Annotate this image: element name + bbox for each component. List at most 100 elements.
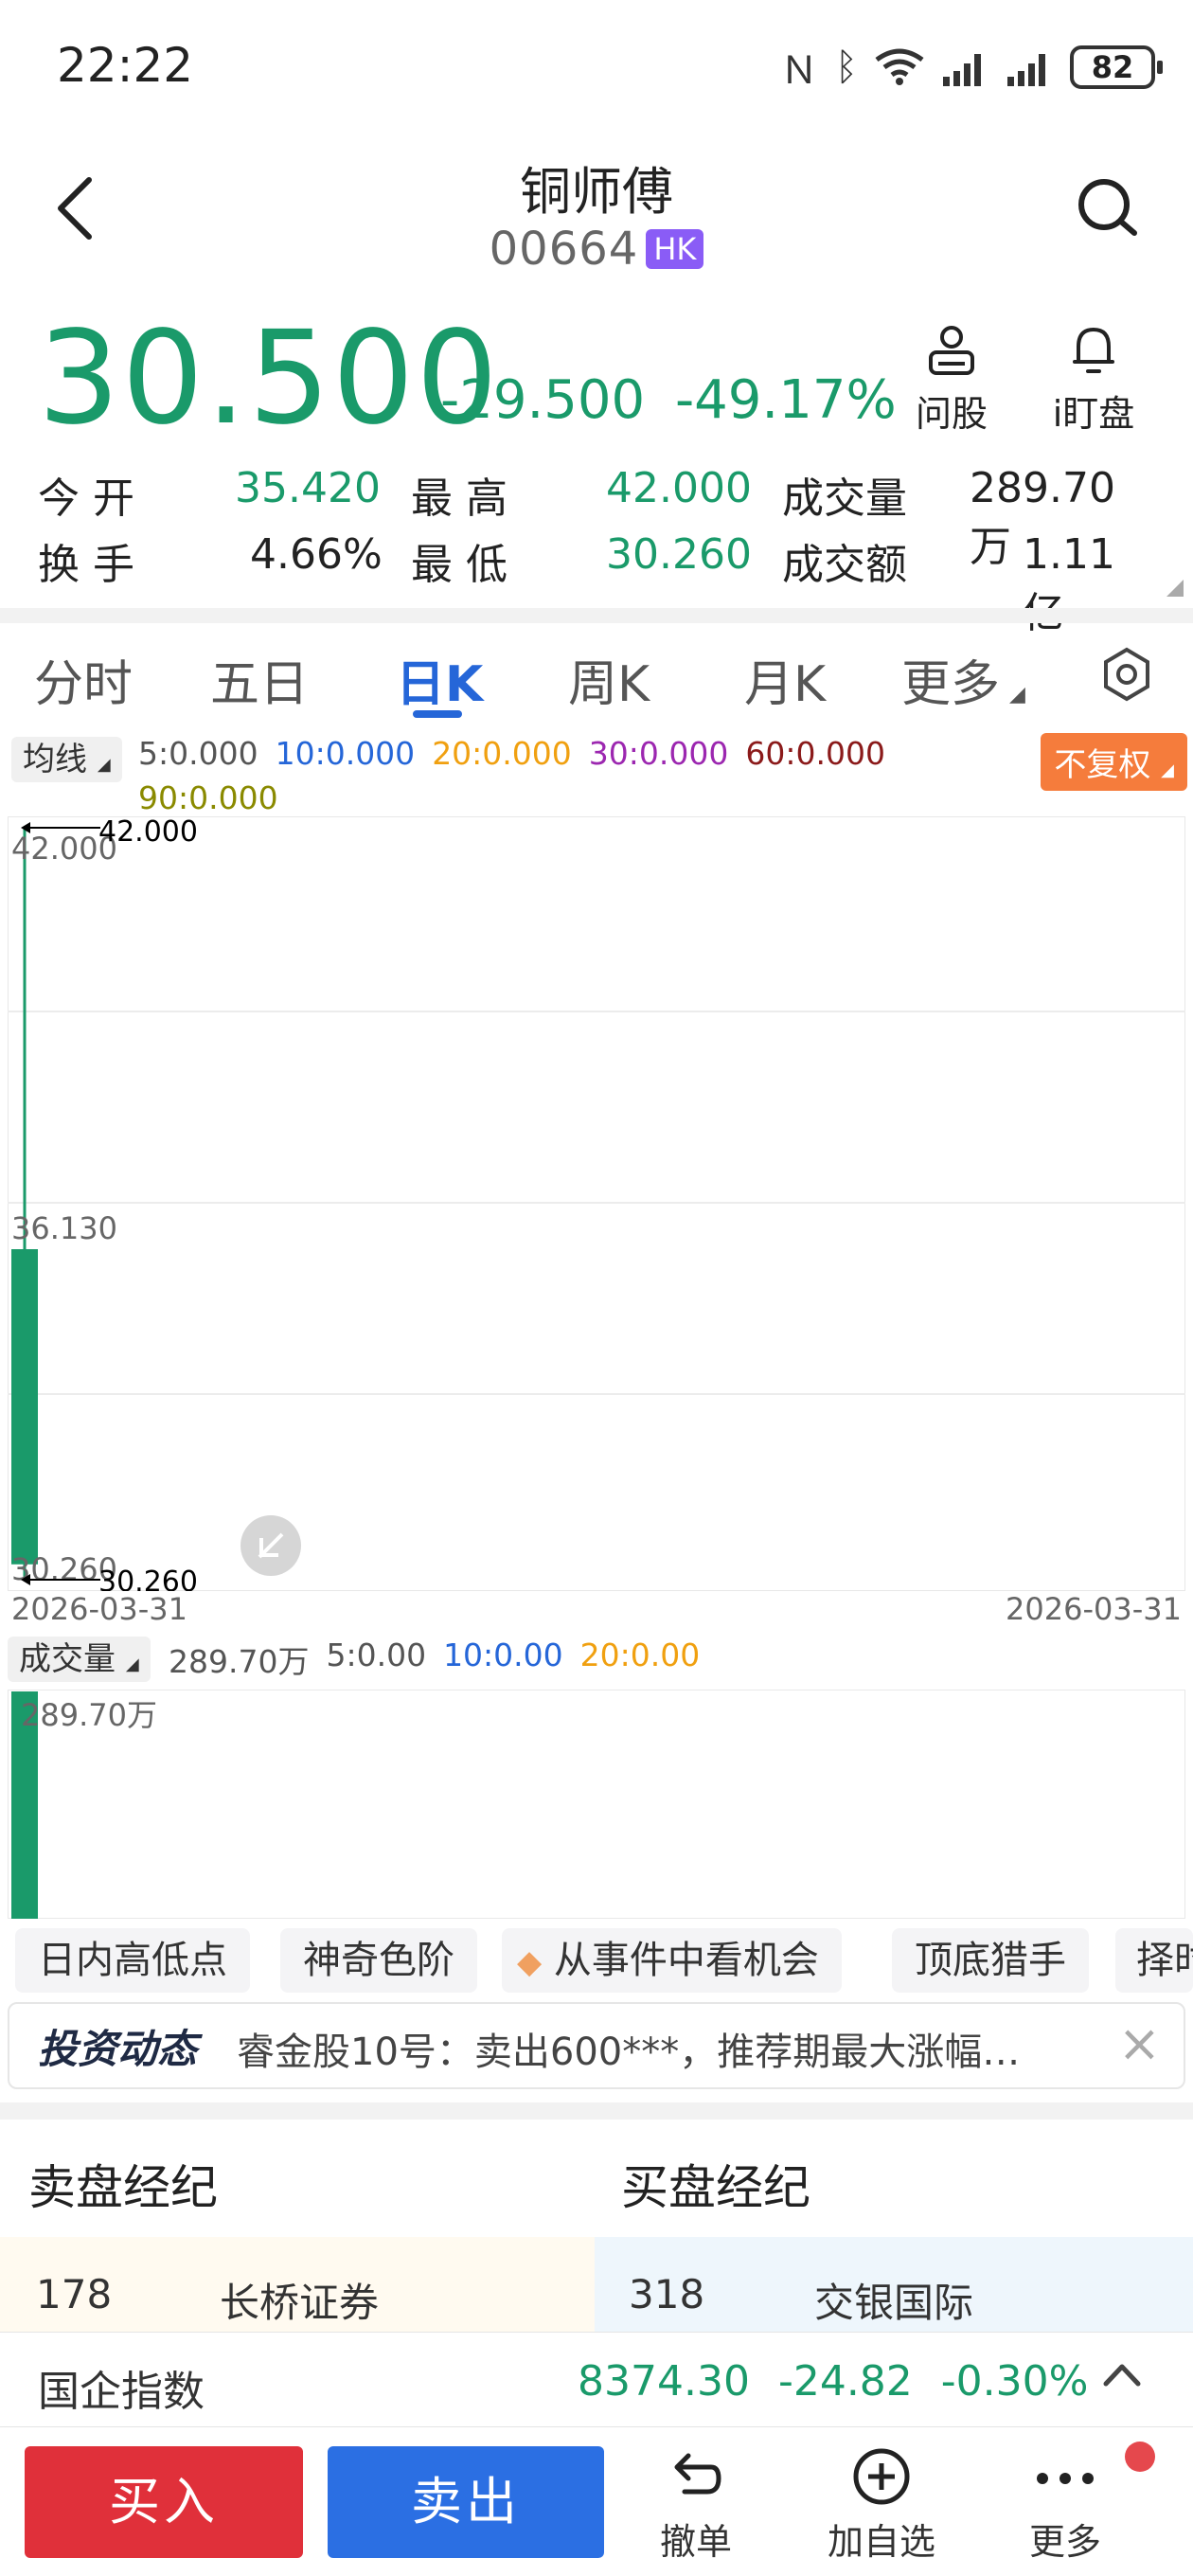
index-name: 国企指数	[38, 2368, 205, 2416]
index-values: 8374.30 -24.82 -0.30%	[578, 2357, 1088, 2406]
cancel-order-button[interactable]: 撤单	[625, 2446, 767, 2565]
add-watchlist-button[interactable]: 加自选	[810, 2446, 953, 2565]
adjust-label: 不复权	[1054, 746, 1151, 784]
candle-body	[11, 1249, 38, 1565]
stats-row-2: 换 手 4.66% 最 低 30.260 成交额 1.11亿	[38, 530, 1155, 637]
ma-10: 10:0.000	[275, 735, 416, 772]
tab-more[interactable]: 更多 ◢	[901, 644, 1025, 715]
buy-broker-code: 318	[629, 2271, 705, 2317]
y-label-mid: 36.130	[11, 1210, 117, 1246]
news-banner[interactable]: 投资动态 睿金股10号：卖出600***，推荐期最大涨幅… ×	[8, 2002, 1185, 2089]
close-icon[interactable]: ×	[1118, 2013, 1161, 2073]
chip-top-bottom-hunter[interactable]: 顶底猎手	[892, 1928, 1089, 1993]
low-value: 30.260	[606, 530, 752, 579]
change-value: -29.500	[440, 369, 646, 431]
bottom-action-bar: 买入 卖出 撤单 加自选 更多	[0, 2426, 1193, 2576]
more-dots-icon	[1037, 2473, 1094, 2484]
chip-intraday-high-low[interactable]: 日内高低点	[15, 1928, 250, 1993]
buy-button[interactable]: 买入	[25, 2446, 303, 2558]
stats-row-1: 今 开 35.420 最 高 42.000 成交量 289.70万	[38, 464, 1155, 571]
ma-30: 30:0.000	[588, 735, 729, 772]
plus-circle-icon	[853, 2448, 910, 2505]
stock-code-row: 00664 HK	[0, 223, 1193, 276]
turnover-value: 4.66%	[250, 530, 383, 579]
vol-ma-5: 5:0.00	[326, 1637, 427, 1673]
index-ticker[interactable]: 国企指数 8374.30 -24.82 -0.30%	[0, 2332, 1193, 2426]
volume-selector[interactable]: 成交量 ◢	[8, 1633, 151, 1682]
news-logo: 投资动态	[38, 2026, 198, 2072]
expand-corner-icon[interactable]	[1166, 580, 1184, 597]
caret-down-icon: ◢	[1009, 683, 1025, 707]
sell-broker-name: 长桥证券	[220, 2280, 380, 2326]
ma-values: 5:0.000 10:0.000 20:0.000 30:0.000 60:0.…	[138, 735, 915, 816]
change-percent: -49.17%	[674, 369, 897, 431]
low-label: 最 低	[411, 541, 507, 589]
ma-60: 60:0.000	[745, 735, 885, 772]
notification-dot	[1125, 2442, 1155, 2472]
high-marker: 42.000	[98, 816, 198, 849]
volume-y-label: 289.70万	[21, 1697, 157, 1733]
volume-label: 成交量	[782, 474, 907, 523]
status-time: 22:22	[57, 38, 194, 93]
index-change: -24.82	[777, 2357, 913, 2406]
divider	[0, 608, 1193, 623]
wifi-icon	[875, 48, 924, 85]
signal-icon-2	[1007, 54, 1045, 86]
tab-weekly-k[interactable]: 周K	[568, 644, 650, 715]
bluetooth-icon: ᛒ	[835, 45, 858, 89]
tab-five-day[interactable]: 五日	[210, 644, 309, 715]
person-icon	[929, 326, 974, 375]
diamond-icon: ◆	[517, 1943, 543, 1981]
chip-event-opportunity[interactable]: ◆ 从事件中看机会	[502, 1928, 842, 1993]
open-label: 今 开	[38, 474, 134, 523]
sell-button[interactable]: 卖出	[328, 2446, 604, 2558]
high-value: 42.000	[606, 464, 752, 512]
buy-broker-name: 交银国际	[814, 2280, 974, 2326]
tab-daily-k[interactable]: 日K	[396, 644, 483, 715]
market-badge: HK	[646, 229, 704, 269]
more-button[interactable]: 更多	[994, 2446, 1136, 2565]
index-change-pct: -0.30%	[940, 2357, 1089, 2406]
chevron-up-icon[interactable]	[1098, 2352, 1146, 2399]
chip-timing[interactable]: 择时	[1115, 1928, 1193, 1993]
date-left: 2026-03-31	[11, 1591, 187, 1627]
undo-icon	[674, 2453, 721, 2495]
chip-event-opportunity-label: 从事件中看机会	[553, 1939, 819, 1982]
chip-color-scale[interactable]: 神奇色阶	[280, 1928, 477, 1993]
current-price: 30.500	[38, 304, 500, 454]
watch-button[interactable]: i盯盘	[1032, 322, 1155, 437]
amount-label: 成交额	[782, 541, 907, 589]
tab-indicator	[413, 710, 462, 718]
stock-code: 00664	[489, 223, 639, 276]
divider	[0, 2102, 1193, 2120]
buy-broker-title: 买盘经纪	[621, 2160, 810, 2215]
watch-label: i盯盘	[1052, 393, 1135, 435]
search-button[interactable]	[1070, 170, 1146, 246]
sell-broker-code: 178	[36, 2271, 113, 2317]
search-icon	[1078, 179, 1137, 236]
tab-monthly-k[interactable]: 月K	[744, 644, 826, 715]
ask-stock-label: 问股	[915, 393, 988, 435]
cancel-order-label: 撤单	[659, 2521, 732, 2563]
ma-selector[interactable]: 均线 ◢	[11, 733, 122, 782]
kline-chart[interactable]: 42.000 36.130 30.260 42.000 30.260	[8, 816, 1185, 1591]
chart-settings-button[interactable]	[1098, 646, 1155, 703]
date-right: 2026-03-31	[1006, 1591, 1182, 1627]
more-label: 更多	[1028, 2521, 1101, 2563]
tab-intraday[interactable]: 分时	[34, 644, 133, 715]
ask-stock-button[interactable]: 问股	[890, 322, 1013, 437]
news-text: 睿金股10号：卖出600***，推荐期最大涨幅…	[237, 2030, 1021, 2074]
vol-ma-10: 10:0.00	[443, 1637, 563, 1673]
nfc-icon: Ｎ	[780, 49, 818, 93]
volume-total: 289.70万	[169, 1643, 310, 1680]
volume-chart[interactable]: 289.70万	[8, 1690, 1185, 1919]
battery-icon: 82	[1070, 45, 1163, 89]
bell-icon	[1073, 328, 1114, 373]
index-value: 8374.30	[578, 2357, 750, 2406]
sell-broker-title: 卖盘经纪	[28, 2160, 218, 2215]
status-icons: Ｎ ᛒ 82	[780, 40, 1163, 95]
ma-label: 均线 ◢	[11, 737, 122, 782]
ma-90: 90:0.000	[138, 779, 278, 816]
adjust-selector[interactable]: 不复权 ◢	[1041, 733, 1187, 791]
price-change: -29.500 -49.17%	[440, 369, 897, 431]
